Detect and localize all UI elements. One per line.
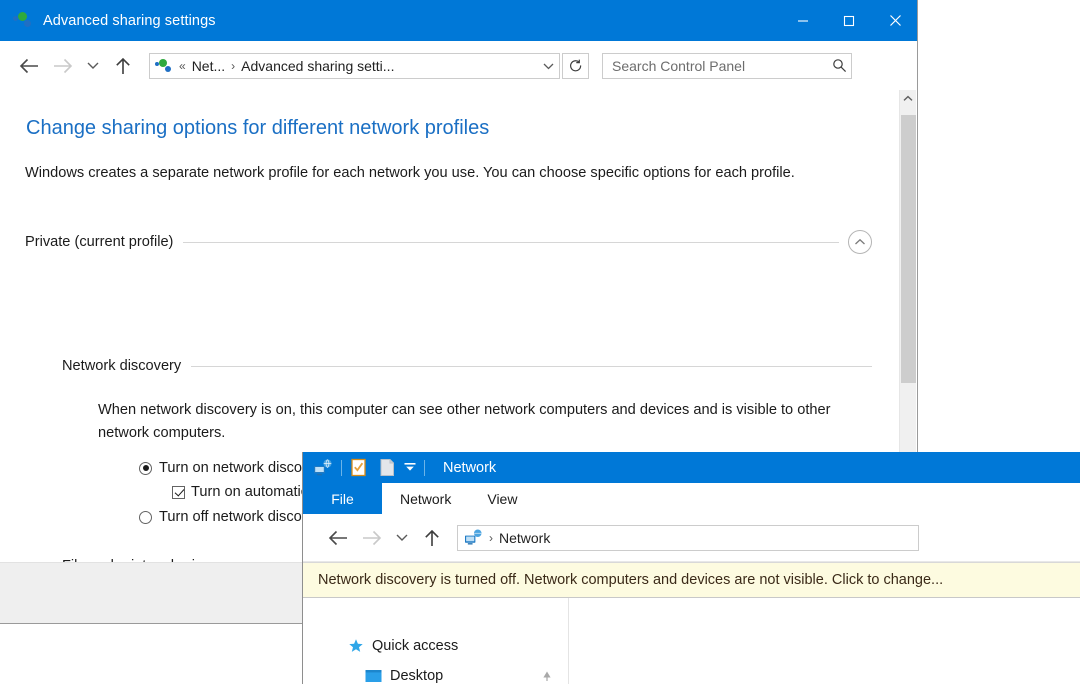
recent-locations-chevron-icon[interactable] xyxy=(389,521,415,555)
nav-item-label: Quick access xyxy=(372,638,458,654)
group-header-private: Private (current profile) xyxy=(25,230,872,254)
search-input[interactable] xyxy=(610,57,827,75)
properties-icon[interactable] xyxy=(350,458,367,477)
breadcrumb-segment-network[interactable]: Network xyxy=(499,530,550,546)
checkbox-icon[interactable] xyxy=(172,486,185,499)
maximize-button[interactable] xyxy=(826,0,872,41)
network-window-titlebar[interactable]: Network xyxy=(303,452,1080,483)
radio-turn-off-network-discovery[interactable]: Turn off network discovery xyxy=(139,509,329,525)
back-arrow-icon[interactable] xyxy=(12,49,46,83)
network-window-title: Network xyxy=(443,460,496,476)
desktop-folder-icon xyxy=(365,669,382,683)
network-address-bar[interactable]: › Network xyxy=(457,525,919,551)
up-arrow-icon[interactable] xyxy=(415,521,449,555)
screen: Advanced sharing settings xyxy=(0,0,1080,684)
network-explorer-window: Network File Network View xyxy=(302,452,1080,684)
notification-text: Network discovery is turned off. Network… xyxy=(318,572,943,588)
network-computer-icon xyxy=(464,529,483,546)
refresh-icon[interactable] xyxy=(562,53,589,79)
window-title: Advanced sharing settings xyxy=(43,13,216,29)
forward-arrow-icon[interactable] xyxy=(355,521,389,555)
control-panel-navigation-bar: « Net... › Advanced sharing setti... xyxy=(0,41,918,90)
page-description: Windows creates a separate network profi… xyxy=(25,162,835,185)
chevron-up-icon[interactable] xyxy=(900,90,916,107)
pin-icon[interactable] xyxy=(541,670,553,682)
breadcrumb-segment-0[interactable]: Net... xyxy=(192,58,225,74)
ribbon-tab-strip: File Network View xyxy=(303,483,1080,515)
radio-icon[interactable] xyxy=(139,511,152,524)
group-rule xyxy=(191,366,872,367)
forward-arrow-icon[interactable] xyxy=(46,49,80,83)
breadcrumb-separator: › xyxy=(489,531,493,545)
nav-item-desktop[interactable]: Desktop xyxy=(365,668,443,684)
search-box[interactable] xyxy=(602,53,852,79)
tab-network[interactable]: Network xyxy=(382,483,469,514)
network-discovery-description: When network discovery is on, this compu… xyxy=(98,399,850,445)
chevron-up-icon[interactable] xyxy=(848,230,872,254)
network-sharing-icon xyxy=(155,58,173,74)
control-panel-titlebar[interactable]: Advanced sharing settings xyxy=(0,0,918,41)
breadcrumb-overflow[interactable]: « xyxy=(179,59,186,73)
group-label-network-discovery: Network discovery xyxy=(62,358,181,374)
toolbar-separator xyxy=(341,460,342,476)
chevron-down-icon[interactable] xyxy=(537,62,559,70)
star-icon xyxy=(348,638,364,654)
scrollbar-thumb[interactable] xyxy=(901,115,916,383)
recent-locations-chevron-icon[interactable] xyxy=(80,49,106,83)
network-discovery-notification-bar[interactable]: Network discovery is turned off. Network… xyxy=(303,562,1080,598)
network-sharing-icon xyxy=(13,11,33,31)
back-arrow-icon[interactable] xyxy=(321,521,355,555)
nav-item-label: Desktop xyxy=(390,668,443,684)
tab-view[interactable]: View xyxy=(469,483,535,514)
group-label-private: Private (current profile) xyxy=(25,234,173,250)
network-window-body: Quick access Desktop xyxy=(303,598,1080,684)
radio-icon[interactable] xyxy=(139,462,152,475)
group-header-network-discovery: Network discovery xyxy=(62,358,872,374)
qat-dropdown-icon[interactable] xyxy=(404,463,416,472)
breadcrumb-separator: › xyxy=(231,59,235,73)
caption-buttons xyxy=(780,0,918,41)
address-bar[interactable]: « Net... › Advanced sharing setti... xyxy=(149,53,560,79)
page-title: Change sharing options for different net… xyxy=(26,117,489,140)
breadcrumb-segment-1[interactable]: Advanced sharing setti... xyxy=(241,58,394,74)
tab-file[interactable]: File xyxy=(303,483,382,514)
nav-item-quick-access[interactable]: Quick access xyxy=(348,638,458,654)
minimize-button[interactable] xyxy=(780,0,826,41)
group-rule xyxy=(183,242,839,243)
search-icon[interactable] xyxy=(827,58,851,73)
network-navigation-bar: › Network xyxy=(303,514,1080,562)
network-computer-icon xyxy=(313,459,333,477)
navigation-pane: Quick access Desktop xyxy=(303,598,569,684)
close-button[interactable] xyxy=(872,0,918,41)
new-folder-icon[interactable] xyxy=(379,458,396,477)
toolbar-separator xyxy=(424,460,425,476)
up-arrow-icon[interactable] xyxy=(106,49,140,83)
